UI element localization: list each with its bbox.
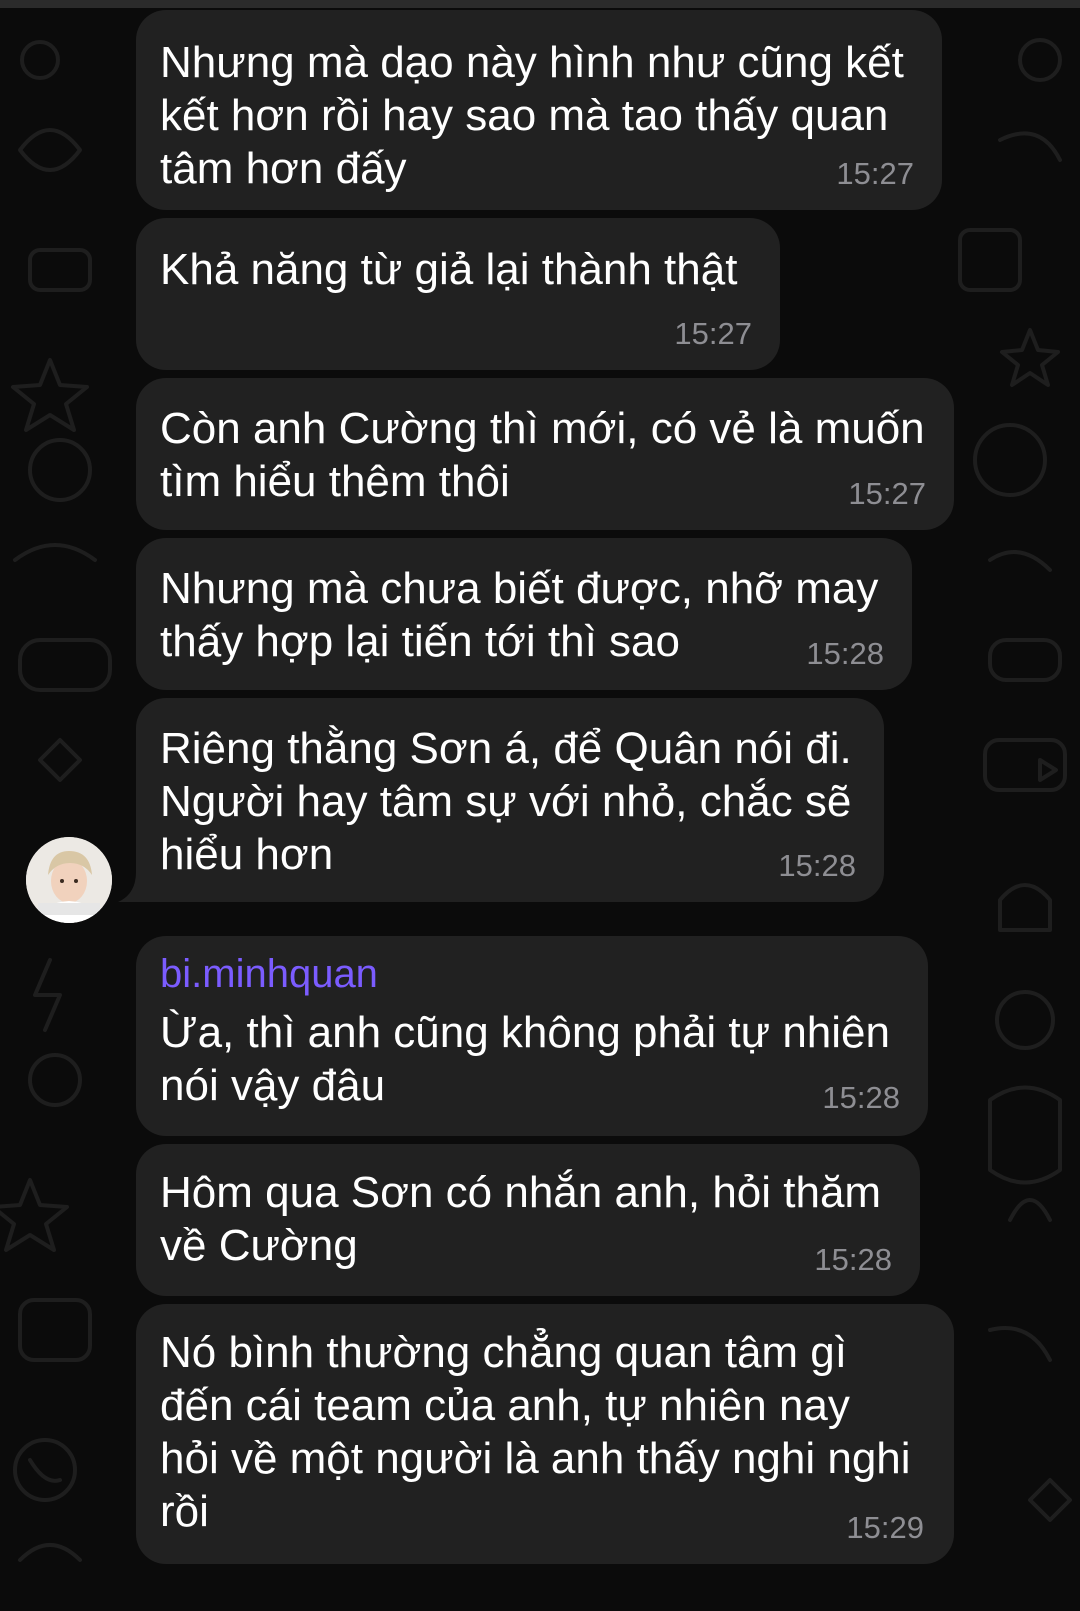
- avatar-photo: [26, 837, 112, 923]
- message-bubble[interactable]: Khả năng từ giả lại thành thật 15:27: [136, 218, 780, 370]
- message-bubble[interactable]: Nó bình thường chẳng quan tâm gì đến cái…: [136, 1304, 954, 1564]
- message-text: Ừa, thì anh cũng không phải tự nhiên nói…: [160, 1008, 890, 1110]
- message-time: 15:28: [814, 1242, 892, 1277]
- message-bubble[interactable]: Nhưng mà dạo này hình như cũng kết kết h…: [136, 10, 942, 210]
- message-time: 15:28: [822, 1080, 900, 1115]
- sender-name[interactable]: bi.minhquan: [160, 950, 378, 998]
- message-bubble[interactable]: bi.minhquan Ừa, thì anh cũng không phải …: [136, 936, 928, 1136]
- message-text: Hôm qua Sơn có nhắn anh, hỏi thăm về Cườ…: [160, 1168, 882, 1270]
- message-text: Riêng thằng Sơn á, để Quân nói đi. Người…: [160, 724, 852, 879]
- chat-window: Nhưng mà dạo này hình như cũng kết kết h…: [0, 0, 1080, 1611]
- message-bubble[interactable]: Hôm qua Sơn có nhắn anh, hỏi thăm về Cườ…: [136, 1144, 920, 1296]
- message-text: Nhưng mà dạo này hình như cũng kết kết h…: [160, 38, 904, 193]
- message-bubble[interactable]: Còn anh Cường thì mới, có vẻ là muốn tìm…: [136, 378, 954, 530]
- bubble-tail: [118, 872, 144, 902]
- message-bubble[interactable]: Nhưng mà chưa biết được, nhỡ may thấy hợ…: [136, 538, 912, 690]
- message-time: 15:27: [674, 316, 752, 351]
- message-text: Khả năng từ giả lại thành thật: [160, 245, 738, 294]
- message-time: 15:27: [836, 156, 914, 191]
- message-text: Còn anh Cường thì mới, có vẻ là muốn tìm…: [160, 404, 925, 506]
- message-time: 15:27: [848, 476, 926, 511]
- message-time: 15:28: [806, 636, 884, 671]
- message-time: 15:29: [846, 1510, 924, 1545]
- message-text: Nhưng mà chưa biết được, nhỡ may thấy hợ…: [160, 564, 879, 666]
- avatar[interactable]: [26, 837, 112, 923]
- top-divider: [0, 0, 1080, 8]
- message-bubble[interactable]: Riêng thằng Sơn á, để Quân nói đi. Người…: [136, 698, 884, 902]
- message-time: 15:28: [778, 848, 856, 883]
- message-text: Nó bình thường chẳng quan tâm gì đến cái…: [160, 1328, 911, 1536]
